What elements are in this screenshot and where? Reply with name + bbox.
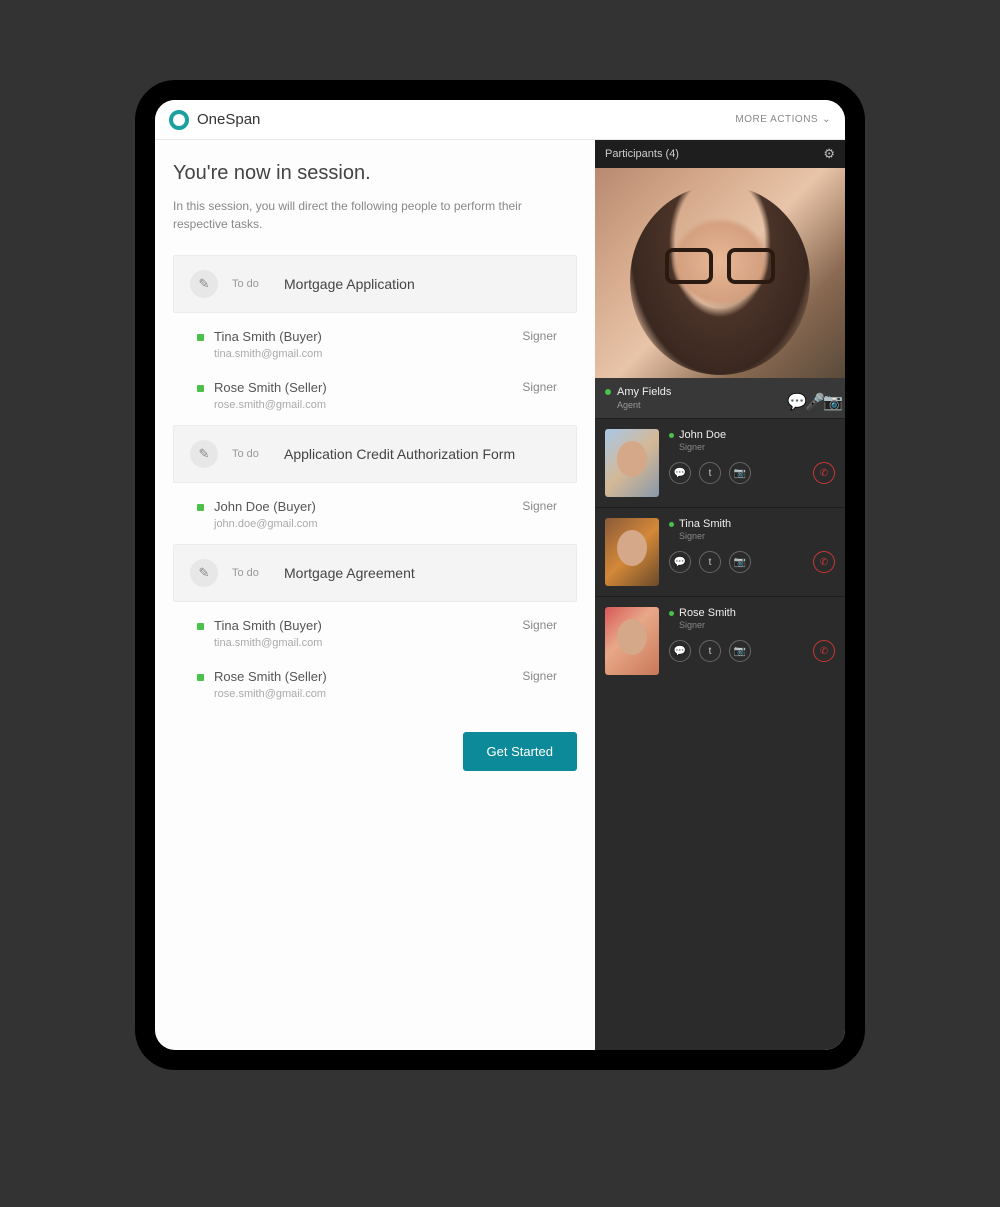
main-participant-bar: Amy Fields Agent 💬 🎤 📷 bbox=[595, 378, 845, 418]
session-description: In this session, you will direct the fol… bbox=[173, 197, 553, 233]
body: You're now in session. In this session, … bbox=[155, 140, 845, 1050]
chevron-down-icon: ⌄ bbox=[822, 114, 831, 125]
signer-row: John Doe (Buyer) john.doe@gmail.com Sign… bbox=[173, 483, 577, 534]
hangup-icon[interactable]: ✆ bbox=[813, 551, 835, 573]
hangup-icon[interactable]: ✆ bbox=[813, 640, 835, 662]
participant-video-thumb[interactable] bbox=[605, 607, 659, 675]
session-title: You're now in session. bbox=[173, 162, 577, 185]
brand-logo-icon bbox=[169, 110, 189, 130]
signature-icon: ✎ bbox=[190, 440, 218, 468]
signer-role: Signer bbox=[522, 669, 557, 683]
participants-panel: Participants (4) ⚙ Amy Fields bbox=[595, 140, 845, 1050]
task-name: Mortgage Agreement bbox=[284, 565, 415, 581]
task-block: ✎ To do Application Credit Authorization… bbox=[173, 425, 577, 534]
signer-role: Signer bbox=[522, 499, 557, 513]
chat-icon[interactable]: 💬 bbox=[669, 462, 691, 484]
signer-row: Rose Smith (Seller) rose.smith@gmail.com… bbox=[173, 653, 577, 704]
participant-video-thumb[interactable] bbox=[605, 518, 659, 586]
task-status: To do bbox=[232, 278, 270, 290]
signer-row: Rose Smith (Seller) rose.smith@gmail.com… bbox=[173, 364, 577, 415]
participant-role: Signer bbox=[679, 531, 835, 541]
status-dot-icon bbox=[197, 674, 204, 681]
task-name: Application Credit Authorization Form bbox=[284, 446, 515, 462]
avatar-glasses bbox=[665, 248, 775, 284]
status-dot-icon bbox=[197, 504, 204, 511]
more-actions-label: MORE ACTIONS bbox=[735, 114, 818, 125]
camera-icon[interactable]: 📷 bbox=[729, 551, 751, 573]
status-dot-icon bbox=[669, 522, 674, 527]
gear-icon[interactable]: ⚙ bbox=[823, 146, 835, 162]
chat-icon[interactable]: 💬 bbox=[669, 551, 691, 573]
signer-name: John Doe (Buyer) bbox=[214, 499, 318, 514]
signature-icon: ✎ bbox=[190, 270, 218, 298]
brand: OneSpan bbox=[169, 110, 260, 130]
signer-email: rose.smith@gmail.com bbox=[214, 399, 327, 411]
signer-name: Rose Smith (Seller) bbox=[214, 669, 327, 684]
status-dot-icon bbox=[669, 611, 674, 616]
status-dot-icon bbox=[197, 623, 204, 630]
signer-email: tina.smith@gmail.com bbox=[214, 348, 322, 360]
participants-title: Participants (4) bbox=[605, 148, 679, 160]
task-status: To do bbox=[232, 567, 270, 579]
status-dot-icon bbox=[197, 385, 204, 392]
topbar: OneSpan MORE ACTIONS ⌄ bbox=[155, 100, 845, 140]
main-participant-name: Amy Fields bbox=[617, 386, 671, 398]
signer-email: john.doe@gmail.com bbox=[214, 518, 318, 530]
participant-row: Rose Smith Signer 💬 t 📷 ✆ bbox=[595, 596, 845, 685]
signer-row: Tina Smith (Buyer) tina.smith@gmail.com … bbox=[173, 313, 577, 364]
camera-icon[interactable]: 📷 bbox=[729, 640, 751, 662]
participant-video-thumb[interactable] bbox=[605, 429, 659, 497]
actions-row: Get Started bbox=[173, 732, 577, 771]
participant-role: Signer bbox=[679, 442, 835, 452]
camera-icon[interactable]: 📷 bbox=[729, 462, 751, 484]
mic-icon[interactable]: t bbox=[699, 462, 721, 484]
signer-role: Signer bbox=[522, 618, 557, 632]
signer-row: Tina Smith (Buyer) tina.smith@gmail.com … bbox=[173, 602, 577, 653]
signer-name: Rose Smith (Seller) bbox=[214, 380, 327, 395]
participant-name: John Doe bbox=[679, 429, 726, 441]
signer-role: Signer bbox=[522, 380, 557, 394]
status-dot-icon bbox=[669, 433, 674, 438]
main-video[interactable] bbox=[595, 168, 845, 378]
mic-icon[interactable]: 🎤 bbox=[805, 392, 817, 404]
main-participant-role: Agent bbox=[617, 400, 671, 410]
participant-role: Signer bbox=[679, 620, 835, 630]
avatar-face bbox=[650, 206, 790, 366]
task-block: ✎ To do Mortgage Application Tina Smith … bbox=[173, 255, 577, 415]
task-header[interactable]: ✎ To do Mortgage Application bbox=[173, 255, 577, 313]
chat-icon[interactable]: 💬 bbox=[787, 392, 799, 404]
participant-name: Rose Smith bbox=[679, 607, 736, 619]
signer-name: Tina Smith (Buyer) bbox=[214, 329, 322, 344]
screen: OneSpan MORE ACTIONS ⌄ You're now in ses… bbox=[155, 100, 845, 1050]
brand-name: OneSpan bbox=[197, 111, 260, 128]
camera-icon[interactable]: 📷 bbox=[823, 392, 835, 404]
task-status: To do bbox=[232, 448, 270, 460]
more-actions-dropdown[interactable]: MORE ACTIONS ⌄ bbox=[735, 114, 831, 125]
mic-icon[interactable]: t bbox=[699, 640, 721, 662]
signer-email: tina.smith@gmail.com bbox=[214, 637, 322, 649]
tablet-frame: OneSpan MORE ACTIONS ⌄ You're now in ses… bbox=[135, 80, 865, 1070]
participant-row: John Doe Signer 💬 t 📷 ✆ bbox=[595, 418, 845, 507]
status-dot-icon bbox=[605, 389, 611, 395]
chat-icon[interactable]: 💬 bbox=[669, 640, 691, 662]
get-started-button[interactable]: Get Started bbox=[463, 732, 577, 771]
task-header[interactable]: ✎ To do Mortgage Agreement bbox=[173, 544, 577, 602]
task-name: Mortgage Application bbox=[284, 276, 415, 292]
signer-email: rose.smith@gmail.com bbox=[214, 688, 327, 700]
participants-header: Participants (4) ⚙ bbox=[595, 140, 845, 168]
task-header[interactable]: ✎ To do Application Credit Authorization… bbox=[173, 425, 577, 483]
mic-icon[interactable]: t bbox=[699, 551, 721, 573]
participant-name: Tina Smith bbox=[679, 518, 731, 530]
hangup-icon[interactable]: ✆ bbox=[813, 462, 835, 484]
signature-icon: ✎ bbox=[190, 559, 218, 587]
signer-name: Tina Smith (Buyer) bbox=[214, 618, 322, 633]
status-dot-icon bbox=[197, 334, 204, 341]
task-block: ✎ To do Mortgage Agreement Tina Smith (B… bbox=[173, 544, 577, 704]
signer-role: Signer bbox=[522, 329, 557, 343]
participant-row: Tina Smith Signer 💬 t 📷 ✆ bbox=[595, 507, 845, 596]
main-panel: You're now in session. In this session, … bbox=[155, 140, 595, 1050]
